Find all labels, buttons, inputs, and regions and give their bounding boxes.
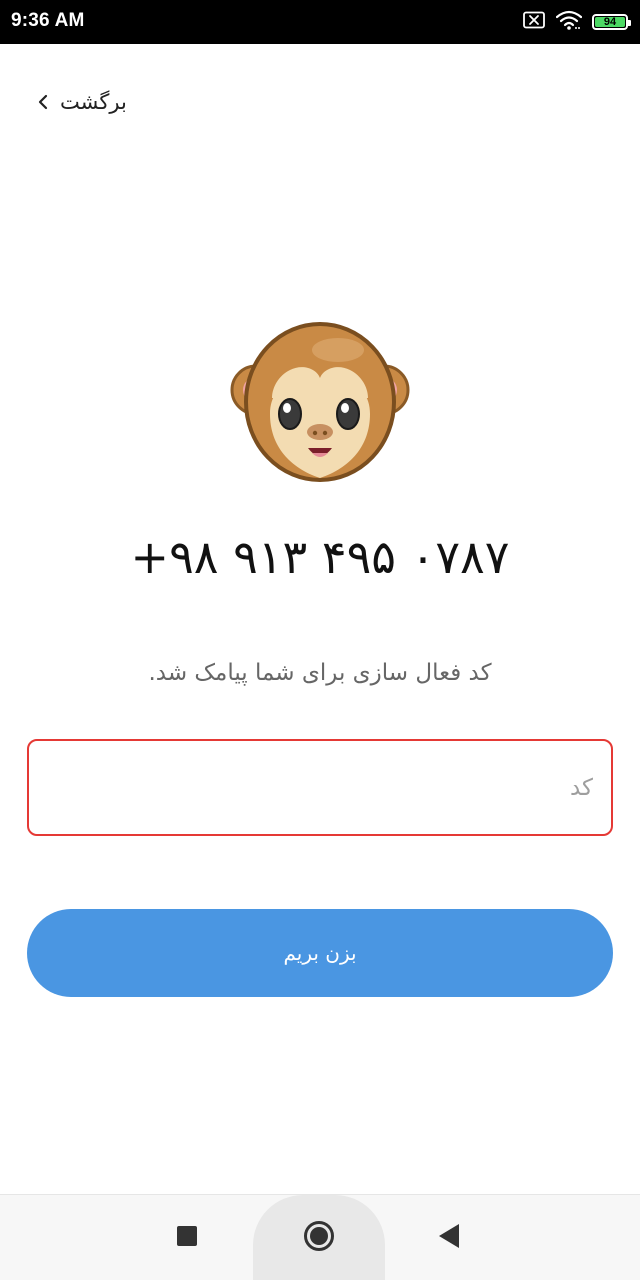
back-label: برگشت [60,90,127,114]
status-bar: 9:36 AM 94 [0,0,640,44]
submit-button[interactable]: بزن بریم [27,909,613,997]
back-nav-button[interactable] [427,1216,471,1260]
back-icon [437,1223,461,1253]
back-link[interactable]: برگشت [36,86,127,118]
sms-sent-message: کد فعال سازی برای شما پیامک شد. [148,660,492,686]
screen: 9:36 AM 94 برگشت +۹۸ ۹۱۳ ۴۹۵ ۰۷۸۷ کد فعا… [0,0,640,1280]
code-input[interactable] [29,741,611,834]
home-button[interactable] [297,1216,341,1260]
sim-off-icon [522,11,546,33]
battery-level: 94 [595,16,625,27]
status-icons: 94 [522,10,631,34]
status-time: 9:36 AM [11,10,85,31]
chevron-left-icon [36,91,50,113]
monkey-illustration [226,318,414,494]
recents-icon [176,1225,198,1251]
home-icon [303,1220,335,1256]
recents-button[interactable] [165,1216,209,1260]
wifi-icon [555,10,583,34]
battery-icon: 94 [592,14,631,30]
navigation-bar [0,1194,640,1280]
phone-number: +۹۸ ۹۱۳ ۴۹۵ ۰۷۸۷ [130,530,510,584]
code-field [27,739,613,836]
